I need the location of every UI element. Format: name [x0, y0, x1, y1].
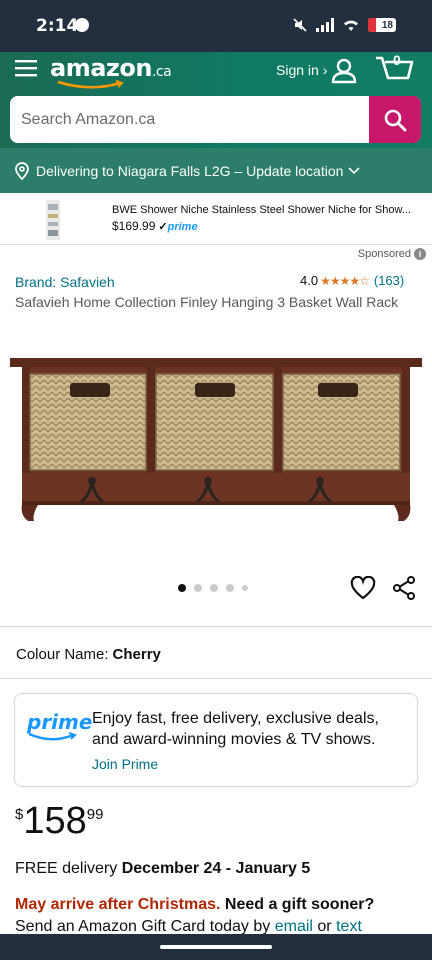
sign-in-link[interactable]: Sign in › [276, 62, 327, 78]
join-prime-link[interactable]: Join Prime [92, 756, 158, 772]
divider [0, 678, 432, 679]
rating-value: 4.0 [300, 273, 319, 288]
product-title: Safavieh Home Collection Finley Hanging … [15, 294, 399, 310]
ad-price-row: $169.99 ✓prime [112, 219, 198, 233]
prime-promo-text: Enjoy fast, free delivery, exclusive dea… [92, 710, 379, 748]
home-indicator[interactable] [160, 945, 272, 949]
wifi-icon [344, 20, 358, 31]
notification-dot-icon [75, 18, 89, 32]
search-button[interactable] [369, 96, 421, 143]
mute-icon [293, 18, 307, 32]
price-whole: 158 [23, 800, 87, 842]
battery-icon: 18 [368, 18, 396, 32]
ad-price: $169.99 [112, 219, 156, 233]
product-price: $15899 [15, 800, 103, 843]
delivery-prefix: FREE delivery [15, 860, 118, 877]
text-link[interactable]: text [336, 918, 362, 935]
carousel-dot[interactable] [242, 585, 248, 591]
colour-selector: Colour Name: Cherry [16, 646, 161, 663]
amazon-smile-icon [57, 80, 124, 89]
ad-title: BWE Shower Niche Stainless Steel Shower … [112, 204, 411, 216]
rating-summary[interactable]: 4.0 ★★★★☆ (163) [300, 273, 404, 288]
status-time: 2:14 [36, 16, 79, 36]
share-icon[interactable] [392, 576, 416, 600]
rating-count: (163) [373, 273, 405, 288]
star-rating-icon: ★★★★☆ [320, 273, 370, 288]
prime-badge-text: prime [167, 221, 198, 233]
prime-badge: ✓prime [158, 221, 198, 233]
amazon-logo[interactable]: amazon.ca [50, 54, 172, 82]
logo-tld: .ca [151, 64, 172, 80]
sponsored-ad-banner[interactable]: BWE Shower Niche Stainless Steel Shower … [0, 195, 432, 245]
carousel-dot[interactable] [194, 584, 202, 592]
christmas-warning: May arrive after Christmas. [15, 896, 221, 913]
delivery-location-bar[interactable]: Delivering to Niagara Falls L2G – Update… [0, 148, 432, 193]
search-bar [0, 92, 432, 148]
logo-text: amazon [50, 54, 152, 82]
christmas-notice: May arrive after Christmas. Need a gift … [15, 894, 425, 938]
prime-promo-card[interactable]: prime Enjoy fast, free delivery, exclusi… [14, 693, 418, 787]
product-image[interactable] [10, 355, 422, 523]
gift-card-text: Send an Amazon Gift Card today by [15, 918, 271, 935]
system-icons: 18 [292, 17, 396, 33]
carousel-dot[interactable] [210, 584, 218, 592]
sponsored-text: Sponsored [357, 248, 411, 260]
search-icon [384, 109, 407, 131]
location-pin-icon [15, 161, 29, 180]
carousel-dot[interactable] [226, 584, 234, 592]
prime-logo: prime [27, 710, 92, 742]
brand-link[interactable]: Brand: Safavieh [15, 274, 115, 290]
or-text: or [317, 918, 332, 935]
ad-product-thumbnail [46, 200, 60, 240]
battery-level: 18 [381, 19, 393, 31]
delivery-dates: December 24 - January 5 [121, 860, 311, 877]
image-carousel-indicator[interactable] [178, 584, 248, 592]
sponsored-label[interactable]: Sponsored i [358, 248, 426, 260]
navigation-bar [0, 934, 432, 960]
gift-question: Need a gift sooner? [224, 896, 375, 913]
account-icon[interactable] [330, 56, 358, 84]
divider [0, 626, 432, 627]
colour-label: Colour Name: [16, 646, 109, 663]
search-box [10, 96, 421, 143]
price-fraction: 99 [86, 806, 104, 823]
price-currency: $ [15, 806, 24, 823]
status-bar: 2:14 18 [0, 0, 432, 52]
colour-value: Cherry [112, 646, 161, 663]
search-input[interactable] [10, 96, 368, 143]
info-icon: i [414, 248, 426, 260]
delivery-location-text: Delivering to Niagara Falls L2G – Update… [36, 162, 344, 179]
cart-count: 0 [393, 52, 401, 68]
delivery-estimate: FREE delivery December 24 - January 5 [15, 860, 310, 878]
signal-icon [316, 18, 334, 32]
chevron-down-icon [348, 166, 360, 174]
email-link[interactable]: email [275, 918, 313, 935]
prime-logo-text: prime [27, 710, 93, 734]
hamburger-menu-icon[interactable] [14, 56, 38, 80]
heart-icon[interactable] [350, 576, 376, 600]
carousel-dot[interactable] [178, 584, 186, 592]
